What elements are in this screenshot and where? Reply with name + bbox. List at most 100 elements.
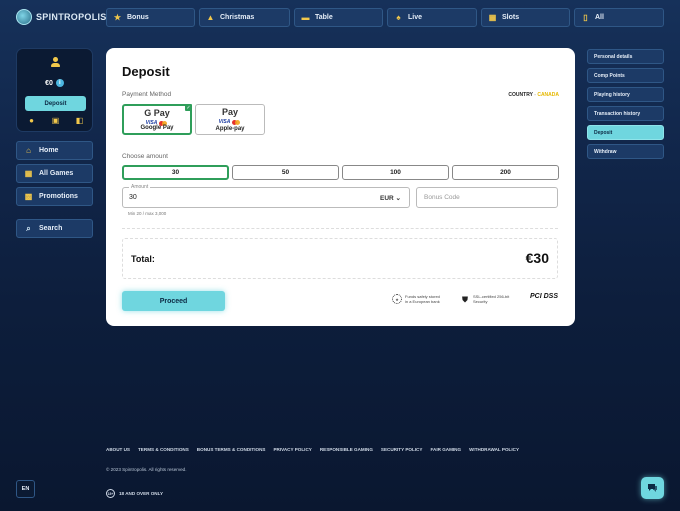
- choose-amount-label: Choose amount: [122, 153, 168, 160]
- sidebar-item-label: All Games: [39, 170, 74, 177]
- wallet-icon[interactable]: ▣: [51, 116, 60, 125]
- trust-badge-pci: PCI DSS: [530, 293, 559, 300]
- pci-dss-logo: PCI DSS: [530, 293, 559, 300]
- nav-tab-label: Bonus: [127, 14, 149, 21]
- currency-select[interactable]: EUR ⌄: [380, 194, 401, 202]
- page-title: Deposit: [122, 64, 170, 79]
- deposit-button[interactable]: Deposit: [25, 96, 86, 111]
- balance: €0 i: [17, 79, 92, 87]
- footer-link[interactable]: TERMS & CONDITIONS: [138, 447, 189, 452]
- age-18-icon: 18+: [106, 489, 115, 498]
- amount-option-100[interactable]: 100: [342, 165, 449, 180]
- nav-tab-table[interactable]: ▬ Table: [294, 8, 383, 27]
- trust-line: in a European bank: [405, 299, 440, 304]
- footer-link[interactable]: WITHDRAWAL POLICY: [469, 447, 519, 452]
- chevron-down-icon: ⌄: [395, 195, 401, 202]
- footer-link[interactable]: FAIR GAMING: [430, 447, 461, 452]
- proceed-button[interactable]: Proceed: [122, 291, 225, 311]
- search-button[interactable]: ⌕ Search: [16, 219, 93, 238]
- account-menu-deposit[interactable]: Deposit: [587, 125, 664, 140]
- brand-logo[interactable]: SPINTROPOLIS: [16, 9, 107, 25]
- brand-name: SPINTROPOLIS: [36, 12, 107, 22]
- account-menu-playing-history[interactable]: Playing history: [587, 87, 664, 102]
- shield-icon: ⛊: [462, 294, 468, 304]
- games-icon: ▦: [24, 169, 33, 178]
- account-menu-comp-points[interactable]: Comp Points: [587, 68, 664, 83]
- search-icon: ⌕: [26, 223, 31, 233]
- age-text: 18 AND OVER ONLY: [119, 491, 164, 496]
- star-icon: ★: [113, 13, 122, 22]
- nav-tab-christmas[interactable]: ▲ Christmas: [199, 8, 290, 27]
- home-icon: ⌂: [26, 146, 31, 155]
- nav-tab-all[interactable]: ▯ All: [574, 8, 664, 27]
- age-notice: 18+ 18 AND OVER ONLY: [106, 489, 163, 498]
- currency-value: EUR: [380, 195, 394, 202]
- amount-option-30[interactable]: 30: [122, 165, 229, 180]
- google-pay-icon: G Pay: [144, 108, 170, 118]
- payment-method-google-pay[interactable]: G Pay VISA Google Pay ✓: [122, 104, 192, 135]
- footer-link[interactable]: BONUS TERMS & CONDITIONS: [197, 447, 266, 452]
- country-indicator: COUNTRY - CANADA: [508, 92, 559, 98]
- sidebar-item-home[interactable]: ⌂ Home: [16, 141, 93, 160]
- deposit-card: Deposit Payment Method COUNTRY - CANADA …: [106, 48, 575, 326]
- chat-icon: [648, 484, 657, 492]
- check-icon: ✓: [185, 104, 192, 111]
- sidebar-item-all-games[interactable]: ▦ All Games: [16, 164, 93, 183]
- nav-tab-label: Christmas: [220, 14, 255, 21]
- gift-icon: ▩: [24, 192, 33, 201]
- user-icon[interactable]: [50, 57, 60, 67]
- nav-tab-bonus[interactable]: ★ Bonus: [106, 8, 195, 27]
- amount-field-label: Amount: [129, 184, 151, 190]
- language-selector[interactable]: EN: [16, 480, 35, 498]
- sidebar-item-promotions[interactable]: ▩ Promotions: [16, 187, 93, 206]
- total-summary: Total: €30: [122, 238, 558, 279]
- bonus-code-input[interactable]: Bonus Code: [416, 187, 558, 208]
- copyright: © 2023 Spintropolis. All rights reserved…: [106, 467, 187, 472]
- country-label: COUNTRY: [508, 92, 533, 98]
- trust-badge-bank: ★ Funds safely stored in a European bank: [392, 294, 440, 304]
- account-menu-withdraw[interactable]: Withdraw: [587, 144, 664, 159]
- info-icon[interactable]: i: [55, 79, 64, 87]
- total-value: €30: [525, 250, 549, 266]
- logout-icon[interactable]: ◧: [75, 116, 84, 125]
- slot-icon: ▦: [488, 13, 497, 22]
- nav-tab-live[interactable]: ♠ Live: [387, 8, 477, 27]
- amount-limits: Min 20 / max 3,000: [128, 211, 167, 216]
- cards-icon: ▯: [583, 13, 588, 22]
- amount-option-200[interactable]: 200: [452, 165, 559, 180]
- nav-tab-slots[interactable]: ▦ Slots: [481, 8, 570, 27]
- visa-icon: VISA: [218, 119, 231, 125]
- sidebar-item-label: Promotions: [39, 193, 78, 200]
- logo-icon: [16, 9, 32, 25]
- chat-button[interactable]: [641, 477, 664, 499]
- account-menu-personal-details[interactable]: Personal details: [587, 49, 664, 64]
- tree-icon: ▲: [206, 13, 215, 22]
- payment-method-apple-pay[interactable]: Pay VISA Apple-pay: [195, 104, 265, 135]
- mastercard-icon: [232, 119, 241, 125]
- balance-value: €0: [45, 79, 53, 87]
- eu-stars-icon: ★: [392, 294, 402, 304]
- apple-pay-icon: Pay: [221, 107, 238, 117]
- amount-option-50[interactable]: 50: [232, 165, 339, 180]
- amount-input[interactable]: Amount 30 EUR ⌄: [122, 184, 410, 208]
- footer-link[interactable]: SECURITY POLICY: [381, 447, 423, 452]
- footer-links: ABOUT US TERMS & CONDITIONS BONUS TERMS …: [106, 447, 519, 452]
- amount-value: 30: [129, 194, 137, 201]
- account-shortcuts: ● ▣ ◧: [27, 116, 84, 125]
- account-card: €0 i Deposit ● ▣ ◧: [16, 48, 93, 132]
- footer-link[interactable]: PRIVACY POLICY: [273, 447, 311, 452]
- nav-tab-label: Live: [408, 14, 423, 21]
- profile-icon[interactable]: ●: [27, 116, 36, 125]
- footer-link[interactable]: RESPONSIBLE GAMING: [320, 447, 373, 452]
- card-logos: VISA: [196, 119, 264, 125]
- nav-tab-label: Slots: [502, 14, 520, 21]
- payment-method-name: Apple-pay: [215, 126, 245, 132]
- payment-method-name: Google Pay: [140, 125, 174, 131]
- footer-link[interactable]: ABOUT US: [106, 447, 130, 452]
- sidebar-item-label: Home: [39, 147, 59, 154]
- search-label: Search: [39, 225, 63, 232]
- divider: [122, 228, 558, 229]
- total-label: Total:: [131, 254, 155, 264]
- account-menu-transaction-history[interactable]: Transaction history: [587, 106, 664, 121]
- country-value: CANADA: [537, 92, 559, 98]
